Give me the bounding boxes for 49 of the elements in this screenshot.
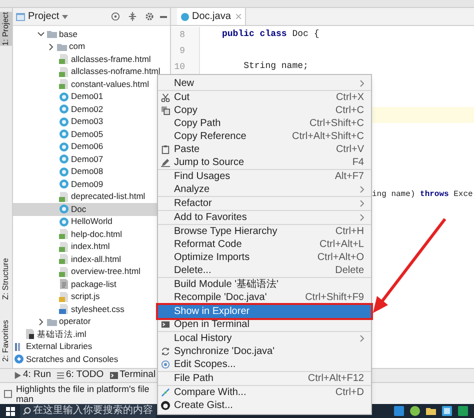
shortcut-text: Ctrl+Alt+F12 [308,372,364,386]
shortcut-text: Ctrl+Shift+C [310,117,364,131]
tool-window-button[interactable]: Terminal [110,368,156,383]
menu-item[interactable]: Refactor [158,197,371,210]
shortcut-text: Ctrl+C [335,104,364,118]
menu-item[interactable]: Add to Favorites [158,211,371,224]
shortcut-text: Ctrl+Alt+Shift+C [292,130,364,144]
shortcut-text: Ctrl+X [336,91,364,105]
tool-window-tab[interactable]: 1: Project [0,12,12,46]
tree-item[interactable]: base [13,28,170,40]
panel-title[interactable]: Project [28,9,60,24]
tool-window-tab[interactable]: Z: Structure [0,258,12,300]
tool-window-button[interactable]: 4: Run [14,368,51,383]
shortcut-text: Ctrl+D [335,386,364,400]
shortcut-text: Ctrl+Alt+L [320,238,364,252]
tree-item[interactable]: External Libraries [13,340,170,353]
menu-item[interactable]: Show in Explorer [158,305,371,318]
tool-window-button[interactable]: 6: TODO [57,368,104,383]
shortcut-text: Ctrl+Alt+O [317,251,364,265]
menu-item[interactable]: File Path Ctrl+Alt+F12 [158,372,371,385]
shortcut-text: Ctrl+H [335,225,364,239]
line-number: 9 [171,43,200,59]
line-number: 8 [171,27,200,43]
shortcut-text: Alt+F7 [334,170,364,184]
tree-item[interactable]: Scratches and Consoles [13,353,170,366]
tree-item[interactable]: allclasses-noframe.html [13,66,170,78]
status-text: Highlights the file in platform's file man [16,384,150,404]
editor-tab[interactable]: Doc.java [177,8,246,25]
menu-item[interactable]: Analyze [158,183,371,196]
menu-item[interactable]: Open in Terminal [158,318,371,331]
tool-window-tab[interactable]: 2: Favorites [0,320,12,362]
line-number: 10 [171,59,200,75]
shortcut-text: Ctrl+V [336,143,364,157]
taskbar-search-field[interactable]: 在这里输入你要搜索的内容 [20,404,156,418]
shortcut-text: Ctrl+Shift+F9 [305,291,364,305]
code-line: public class Doc { [221,28,320,42]
menu-item[interactable]: New [158,77,371,90]
tree-item[interactable]: allclasses-frame.html [13,53,170,66]
menu-item[interactable]: Jump to Source F4 [158,156,371,169]
menu-item[interactable]: Edit Scopes... [158,358,371,371]
menu-item[interactable]: Cut Ctrl+X [158,91,371,104]
code-line: String name; [242,60,308,74]
code-line: ing name) throws Exce [372,189,473,201]
tree-item[interactable]: com [13,40,170,53]
menu-item[interactable]: Compare With... Ctrl+D [158,386,371,399]
menu-item[interactable]: Create Gist... [158,399,371,412]
shortcut-text: F4 [352,156,364,170]
shortcut-text: Delete [335,264,364,278]
menu-item[interactable]: Local History [158,332,371,345]
